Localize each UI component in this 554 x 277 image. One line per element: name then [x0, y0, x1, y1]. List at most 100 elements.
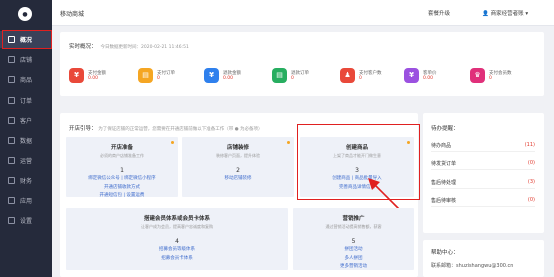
card-desc: 装修客户页面，提升体验 — [216, 153, 260, 158]
todo-count: (11) — [524, 142, 535, 148]
stat-value: 0 — [157, 75, 160, 81]
goods-icon — [8, 76, 15, 83]
sidebar-item-finance[interactable]: 财务 — [0, 172, 52, 189]
card-step: 2 — [236, 167, 240, 174]
stat-value: 0 — [489, 75, 492, 81]
todo-panel: 待办提醒： — [423, 113, 544, 233]
required-dot — [287, 141, 290, 144]
data-icon — [8, 137, 15, 144]
apps-icon — [8, 197, 15, 204]
stat-value: 0 — [291, 75, 294, 81]
stat-label: 支付会员数 — [489, 70, 512, 76]
store-icon — [8, 56, 15, 63]
guide-card-decorate[interactable]: 店铺装修 装修客户页面，提升体验 2 移动店铺装修 — [182, 137, 294, 197]
sidebar-item-label: 财务 — [20, 178, 33, 185]
stat-icon: ♟ — [340, 67, 355, 83]
todo-item[interactable]: 待发货订单 (0) — [431, 157, 535, 170]
sidebar-item-label: 设置 — [20, 218, 33, 225]
sidebar-item-label: 应用 — [20, 198, 33, 205]
sidebar-item-label: 商品 — [20, 77, 33, 84]
stat-tile[interactable]: ▤ 退款订单 0 — [272, 62, 332, 88]
guide-card-promotion[interactable]: 营销推广 通过营销活动提高销售额，获客 5 拼团活动 多人拼团 更多营销活动 — [293, 208, 414, 270]
stat-icon: ¥ — [69, 67, 84, 83]
topbar: 移动商城 套餐升级 👤 商家经营者账 ▾ — [52, 0, 554, 26]
todo-item[interactable]: 售后待审核 (0) — [431, 194, 535, 207]
guide-header: 开店引导： 为了保证店铺的正常运营，您需要在开通店铺前做以下准备工作（带 ● 为… — [69, 124, 263, 132]
todo-label: 待发货订单 — [431, 160, 457, 167]
card-title: 营销推广 — [342, 216, 365, 222]
card-desc: 让客户成为会员，提高客户忠诚度和复购 — [141, 224, 213, 229]
stat-tile[interactable]: ¥ 退款金额 0.00 — [204, 62, 264, 88]
card-title: 开店准备 — [110, 145, 133, 151]
todo-count: (3) — [527, 179, 535, 185]
overview-subtitle: 今日数据更新时间：2020-02-21 11:46:51 — [100, 45, 189, 50]
card-link[interactable]: 开通短信包 | 设置运费 — [66, 193, 178, 200]
stat-tile[interactable]: ▤ 支付订单 0 — [138, 62, 198, 88]
todo-label: 售后待处理 — [431, 179, 457, 186]
card-link[interactable]: 绑定微信公众号 | 绑定微信小程序 — [66, 176, 178, 183]
sidebar-item-marketing[interactable]: 运营 — [0, 152, 52, 169]
gear-icon — [8, 217, 15, 224]
stat-tile[interactable]: ¥ 支付金额 0.00 — [69, 62, 129, 88]
overview-title: 实时概况： — [69, 44, 97, 50]
stat-tile[interactable]: ♛ 支付会员数 0 — [470, 62, 530, 88]
finance-icon — [8, 177, 15, 184]
sidebar-item-label: 运营 — [20, 158, 33, 165]
overview-panel: 实时概况： 今日数据更新时间：2020-02-21 11:46:51 ¥ 支付金额 0… — [60, 32, 544, 96]
guide-card-prepare[interactable]: 开店准备 必须的商户店铺准备工作 1 绑定微信公众号 | 绑定微信小程序 开通店… — [66, 137, 178, 200]
required-dot — [171, 141, 174, 144]
card-link[interactable]: 招募会员等级体系 — [66, 247, 288, 254]
stat-icon: ¥ — [404, 67, 419, 83]
guide-title: 开店引导： — [69, 126, 97, 132]
stat-icon: ▤ — [138, 67, 153, 83]
todo-item[interactable]: 待办商品 (11) — [431, 139, 535, 152]
todo-label: 售后待审核 — [431, 197, 457, 204]
user-menu[interactable]: 👤 商家经营者账 ▾ — [482, 9, 528, 17]
help-email[interactable]: 联系邮箱：shuzishangwu@300.cn — [431, 262, 513, 269]
stat-tile[interactable]: ¥ 客单价 0.00 — [404, 62, 464, 88]
stat-label: 支付订单 — [157, 70, 175, 76]
card-desc: 通过营销活动提高销售额，获客 — [325, 224, 382, 229]
card-link[interactable]: 拼团活动 — [293, 247, 414, 254]
customers-icon — [8, 117, 15, 124]
stat-value: 0.00 — [223, 75, 234, 81]
page-title: 移动商城 — [60, 11, 85, 18]
sidebar-item-customers[interactable]: 客户 — [0, 112, 52, 129]
todo-label: 待办商品 — [431, 142, 452, 149]
todo-title: 待办提醒： — [431, 126, 459, 132]
help-panel: 帮助中心： 联系邮箱：shuzishangwu@300.cn — [423, 240, 544, 277]
stat-label: 客单价 — [423, 70, 437, 76]
sidebar-item-data[interactable]: 数据 — [0, 132, 52, 149]
stat-value: 0.00 — [423, 75, 434, 81]
upgrade-link[interactable]: 套餐升级 — [428, 9, 450, 17]
overview-header: 实时概况： 今日数据更新时间：2020-02-21 11:46:51 — [69, 42, 189, 50]
stat-icon: ¥ — [204, 67, 219, 83]
sidebar-item-goods[interactable]: 商品 — [0, 71, 52, 88]
stat-value: 0.00 — [88, 75, 99, 81]
card-title: 店铺装修 — [226, 145, 249, 151]
stat-label: 退款金额 — [223, 70, 241, 76]
logo-icon[interactable]: ● — [18, 7, 32, 21]
stat-icon: ▤ — [272, 67, 287, 83]
stat-label: 支付金额 — [88, 70, 106, 76]
card-link[interactable]: 多人拼团 — [293, 256, 414, 263]
card-link[interactable]: 更多营销活动 — [293, 264, 414, 271]
stat-label: 支付客户数 — [359, 70, 382, 76]
stat-tile[interactable]: ♟ 支付客户数 0 — [340, 62, 400, 88]
card-step: 5 — [351, 238, 356, 245]
card-link[interactable]: 移动店铺装修 — [182, 176, 294, 183]
todo-count: (0) — [527, 197, 535, 203]
sidebar-item-label: 订单 — [20, 98, 33, 105]
sidebar-item-settings[interactable]: 设置 — [0, 212, 52, 229]
card-desc: 必须的商户店铺准备工作 — [100, 153, 144, 158]
marketing-icon — [8, 157, 15, 164]
sidebar-item-orders[interactable]: 订单 — [0, 92, 52, 109]
card-link[interactable]: 招募会员卡体系 — [66, 256, 288, 263]
guide-card-membership[interactable]: 搭建会员体系或会员卡体系 让客户成为会员，提高客户忠诚度和复购 4 招募会员等级… — [66, 208, 288, 270]
sidebar-item-label: 客户 — [20, 118, 33, 125]
todo-item[interactable]: 售后待处理 (3) — [431, 176, 535, 189]
card-link[interactable]: 开通店铺收款方式 — [66, 185, 178, 192]
sidebar-item-label: 数据 — [20, 138, 33, 145]
sidebar-item-apps[interactable]: 应用 — [0, 192, 52, 209]
sidebar-item-store[interactable]: 店铺 — [0, 51, 52, 68]
